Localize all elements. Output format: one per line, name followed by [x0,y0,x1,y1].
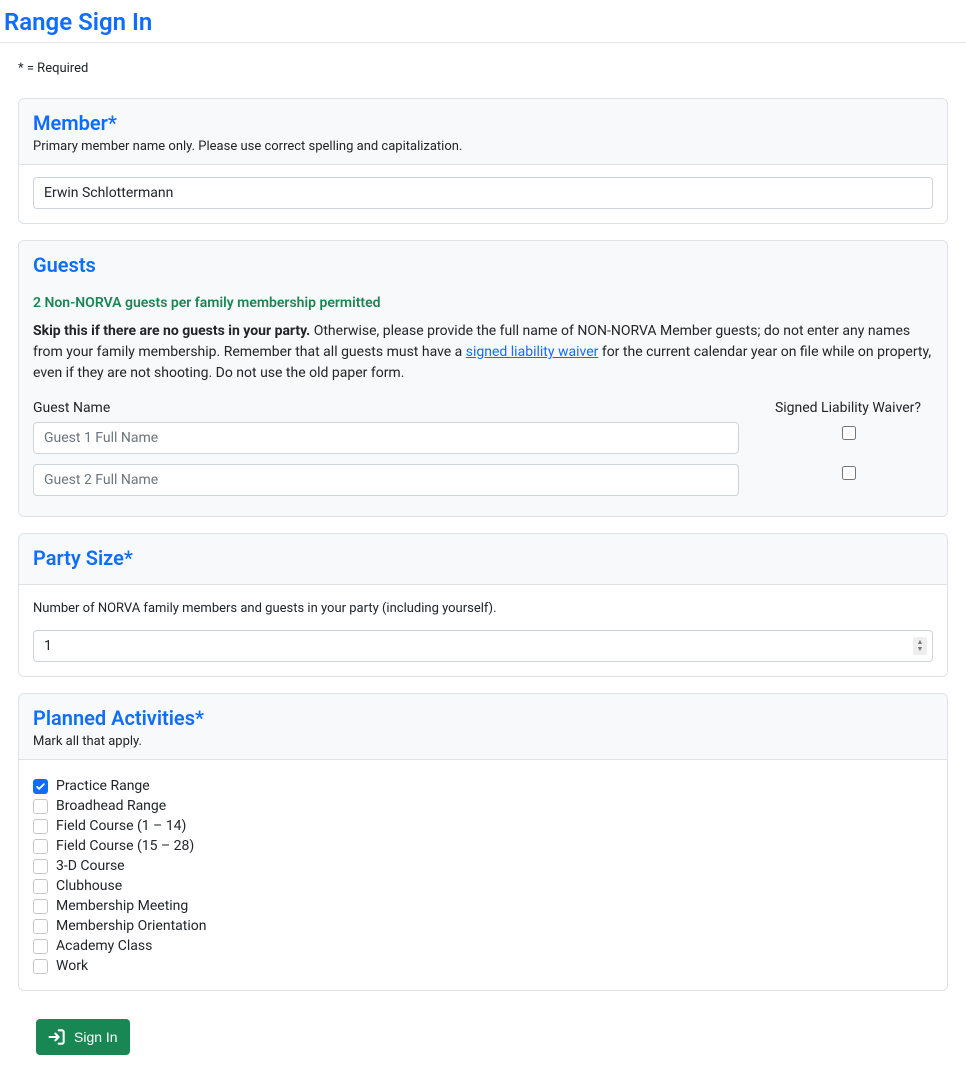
activity-item: Membership Orientation [33,916,933,936]
activity-item: Membership Meeting [33,896,933,916]
activity-item: Clubhouse [33,876,933,896]
activity-checkbox[interactable] [33,879,48,894]
activity-list: Practice Range Broadhead Range Field Cours… [33,776,933,976]
guests-instructions: Skip this if there are no guests in your… [33,321,933,384]
activity-item: 3-D Course [33,856,933,876]
guests-skip-bold: Skip this if there are no guests in your… [33,323,310,339]
activity-label: Work [56,958,88,974]
activity-label: 3-D Course [56,858,125,874]
page-title: Range Sign In [4,8,966,36]
guest-1-input[interactable] [33,422,739,454]
member-subtitle: Primary member name only. Please use cor… [33,139,933,154]
activity-checkbox[interactable] [33,959,48,974]
guest-name-label: Guest Name [33,400,739,416]
activity-label: Practice Range [56,778,150,794]
activities-subtitle: Mark all that apply. [33,734,933,749]
guest-1-waiver-checkbox[interactable] [842,426,856,440]
activity-label: Clubhouse [56,878,122,894]
activity-label: Membership Orientation [56,918,206,934]
activity-item: Practice Range [33,776,933,796]
sign-in-icon [46,1027,68,1047]
sign-in-label: Sign In [74,1029,118,1045]
waiver-label: Signed Liability Waiver? [763,400,933,416]
activity-label: Field Course (1 – 14) [56,818,186,834]
activity-label: Field Course (15 – 28) [56,838,194,854]
required-note: * = Required [18,61,948,76]
sign-in-button[interactable]: Sign In [36,1019,130,1055]
guests-limit-note: 2 Non-NORVA guests per family membership… [33,295,933,311]
number-stepper-icon[interactable]: ▲▼ [913,637,927,655]
activity-item: Academy Class [33,936,933,956]
party-size-input[interactable] [33,630,933,662]
activity-item: Work [33,956,933,976]
party-size-subtitle: Number of NORVA family members and guest… [33,601,933,616]
member-title: Member* [33,111,933,135]
activity-checkbox[interactable] [33,899,48,914]
activities-title: Planned Activities* [33,706,933,730]
activity-checkbox[interactable] [33,939,48,954]
activity-checkbox[interactable] [33,839,48,854]
member-card: Member* Primary member name only. Please… [18,98,948,224]
activity-label: Academy Class [56,938,152,954]
waiver-link[interactable]: signed liability waiver [466,344,599,360]
activity-label: Broadhead Range [56,798,166,814]
party-size-card: Party Size* Number of NORVA family membe… [18,533,948,677]
party-size-title: Party Size* [33,546,933,570]
activity-checkbox[interactable] [33,859,48,874]
guest-2-waiver-checkbox[interactable] [842,466,856,480]
activity-item: Broadhead Range [33,796,933,816]
activity-checkbox[interactable] [33,819,48,834]
activity-item: Field Course (1 – 14) [33,816,933,836]
member-name-input[interactable] [33,177,933,209]
guest-2-input[interactable] [33,464,739,496]
activity-checkbox[interactable] [33,919,48,934]
activity-checkbox[interactable] [33,779,48,794]
activity-item: Field Course (15 – 28) [33,836,933,856]
activity-label: Membership Meeting [56,898,188,914]
activities-card: Planned Activities* Mark all that apply.… [18,693,948,991]
guests-card: Guests 2 Non-NORVA guests per family mem… [18,240,948,517]
guests-title: Guests [33,253,933,277]
activity-checkbox[interactable] [33,799,48,814]
